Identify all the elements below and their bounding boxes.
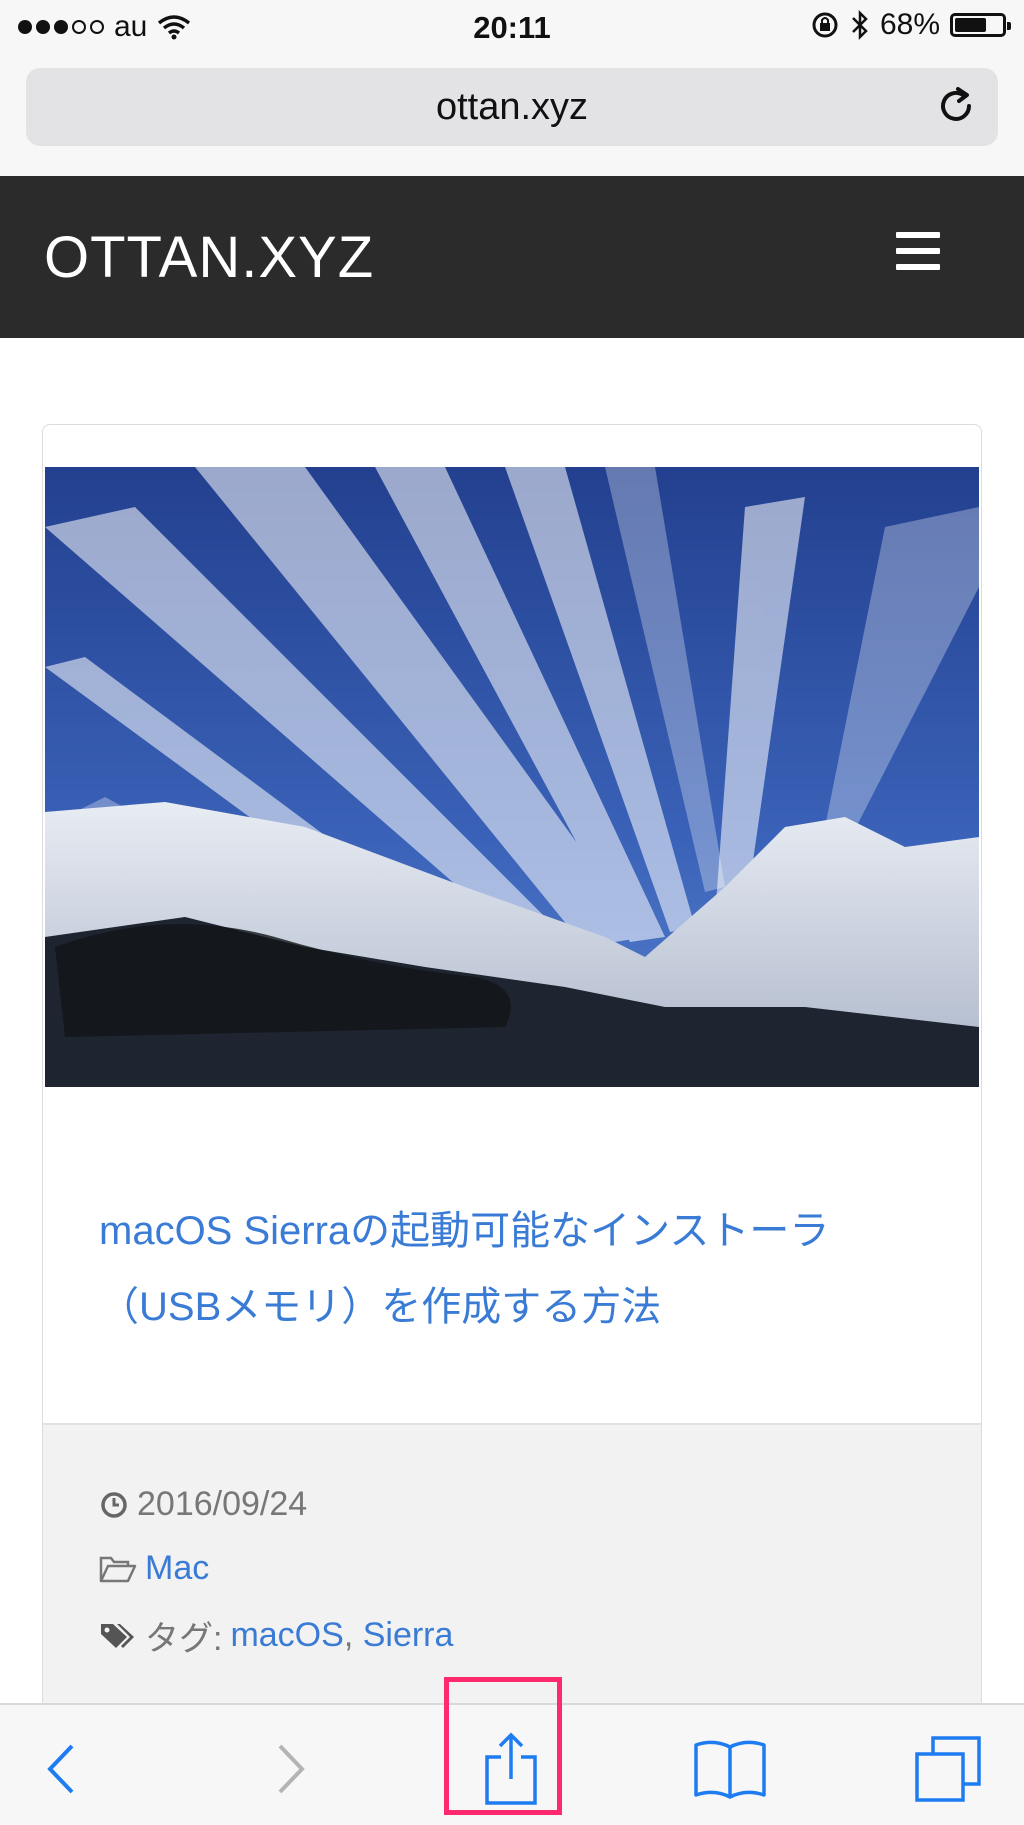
forward-button[interactable] [250,1729,330,1809]
orientation-lock-icon [812,12,838,38]
tabs-button[interactable] [908,1729,988,1809]
address-bar[interactable]: ottan.xyz [26,68,998,146]
address-bar-area: ottan.xyz [0,56,1024,176]
site-logo[interactable]: OTTAN.XYZ [44,224,374,291]
tag-link-sierra[interactable]: Sierra [363,1616,454,1654]
status-bar: au 20:11 68% [0,0,1024,56]
tag-separator: , [343,1616,363,1654]
tags-icon [101,1623,134,1648]
battery-level [955,18,986,32]
tabs-icon [915,1736,981,1802]
bookmarks-icon [694,1740,766,1799]
tags-label: タグ: [145,1620,223,1658]
post-tags-row: タグ: macOS, Sierra [99,1611,453,1660]
status-right: 68% [810,8,1011,42]
forward-icon [278,1744,305,1794]
bookmarks-button[interactable] [690,1729,770,1809]
share-button-highlight [444,1677,562,1815]
battery-percent: 68% [879,8,940,41]
back-icon [47,1744,74,1794]
post-date: 2016/09/24 [137,1485,308,1523]
reload-icon[interactable] [936,86,978,128]
battery-icon [950,13,1011,37]
back-button[interactable] [22,1729,102,1809]
site-header: OTTAN.XYZ [0,176,1024,338]
post-category-row: Mac [99,1549,209,1588]
url-text: ottan.xyz [435,86,589,128]
post-date-row: 2016/09/24 [99,1485,307,1524]
hamburger-menu-icon[interactable] [896,232,940,272]
article-card: macOS Sierraの起動可能なインストーラ（USBメモリ）を作成する方法 … [42,424,982,1736]
tag-link-macos[interactable]: macOS [230,1616,343,1654]
post-thumbnail-image[interactable] [45,467,979,1087]
bluetooth-icon [852,9,868,41]
post-title-link[interactable]: macOS Sierraの起動可能なインストーラ（USBメモリ）を作成する方法 [99,1193,939,1345]
post-category-link[interactable]: Mac [145,1549,209,1588]
folder-open-icon [99,1556,137,1582]
clock-icon [101,1491,127,1518]
